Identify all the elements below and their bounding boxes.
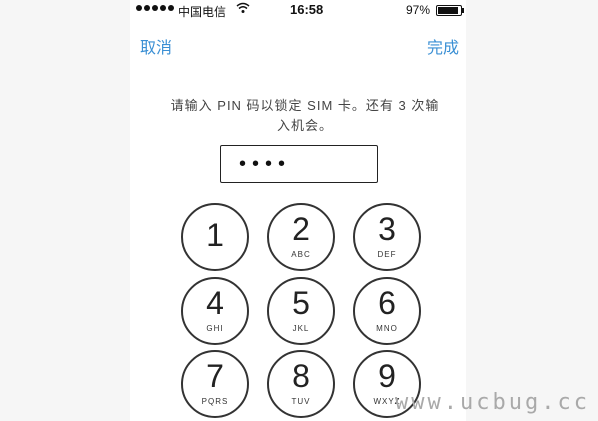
carrier-name: 中国电信 bbox=[178, 5, 227, 19]
key-1-digit: 1 bbox=[206, 217, 224, 253]
key-7-letters: PQRS bbox=[201, 397, 229, 406]
key-4-digit: 4 bbox=[206, 285, 224, 321]
cancel-button[interactable]: 取消 bbox=[140, 34, 172, 58]
key-9-digit: 9 bbox=[378, 358, 396, 394]
key-5-digit: 5 bbox=[292, 285, 310, 321]
key-6-digit: 6 bbox=[378, 285, 396, 321]
key-1[interactable]: 1 bbox=[181, 203, 249, 271]
key-8-letters: TUV bbox=[291, 397, 311, 406]
key-7-digit: 7 bbox=[206, 358, 224, 394]
done-button[interactable]: 完成 bbox=[427, 34, 459, 58]
pin-prompt: 请输入 PIN 码以锁定 SIM 卡。还有 3 次输 入机会。 bbox=[160, 96, 450, 136]
status-time: 16:58 bbox=[290, 2, 324, 17]
key-8-digit: 8 bbox=[292, 358, 310, 394]
key-3[interactable]: 3 DEF bbox=[353, 203, 421, 271]
pin-prompt-line-2: 入机会。 bbox=[276, 118, 333, 133]
screen: 中国电信 16:58 97% 取消 完成 请输入 PIN 码以锁定 SIM 卡。… bbox=[0, 0, 598, 421]
key-3-letters: DEF bbox=[377, 250, 397, 259]
key-6-letters: MNO bbox=[376, 324, 398, 333]
key-3-digit: 3 bbox=[378, 211, 396, 247]
key-2-letters: ABC bbox=[291, 250, 311, 259]
status-bar: 中国电信 16:58 97% bbox=[130, 0, 466, 20]
signal-strength-icon bbox=[136, 5, 174, 11]
battery-icon bbox=[436, 5, 464, 16]
watermark: www.ucbug.cc bbox=[395, 390, 590, 415]
key-5-letters: JKL bbox=[292, 324, 310, 333]
key-8[interactable]: 8 TUV bbox=[267, 350, 335, 418]
pin-input[interactable]: •••• bbox=[220, 145, 378, 183]
key-7[interactable]: 7 PQRS bbox=[181, 350, 249, 418]
key-6[interactable]: 6 MNO bbox=[353, 277, 421, 345]
nav-bar: 取消 完成 bbox=[0, 24, 598, 64]
key-5[interactable]: 5 JKL bbox=[267, 277, 335, 345]
key-2-digit: 2 bbox=[292, 211, 310, 247]
key-4[interactable]: 4 GHI bbox=[181, 277, 249, 345]
wifi-icon bbox=[236, 2, 250, 17]
key-4-letters: GHI bbox=[206, 324, 224, 333]
battery-percent: 97% bbox=[405, 3, 430, 17]
pin-prompt-line-1: 请输入 PIN 码以锁定 SIM 卡。还有 3 次输 bbox=[170, 98, 440, 113]
key-2[interactable]: 2 ABC bbox=[267, 203, 335, 271]
